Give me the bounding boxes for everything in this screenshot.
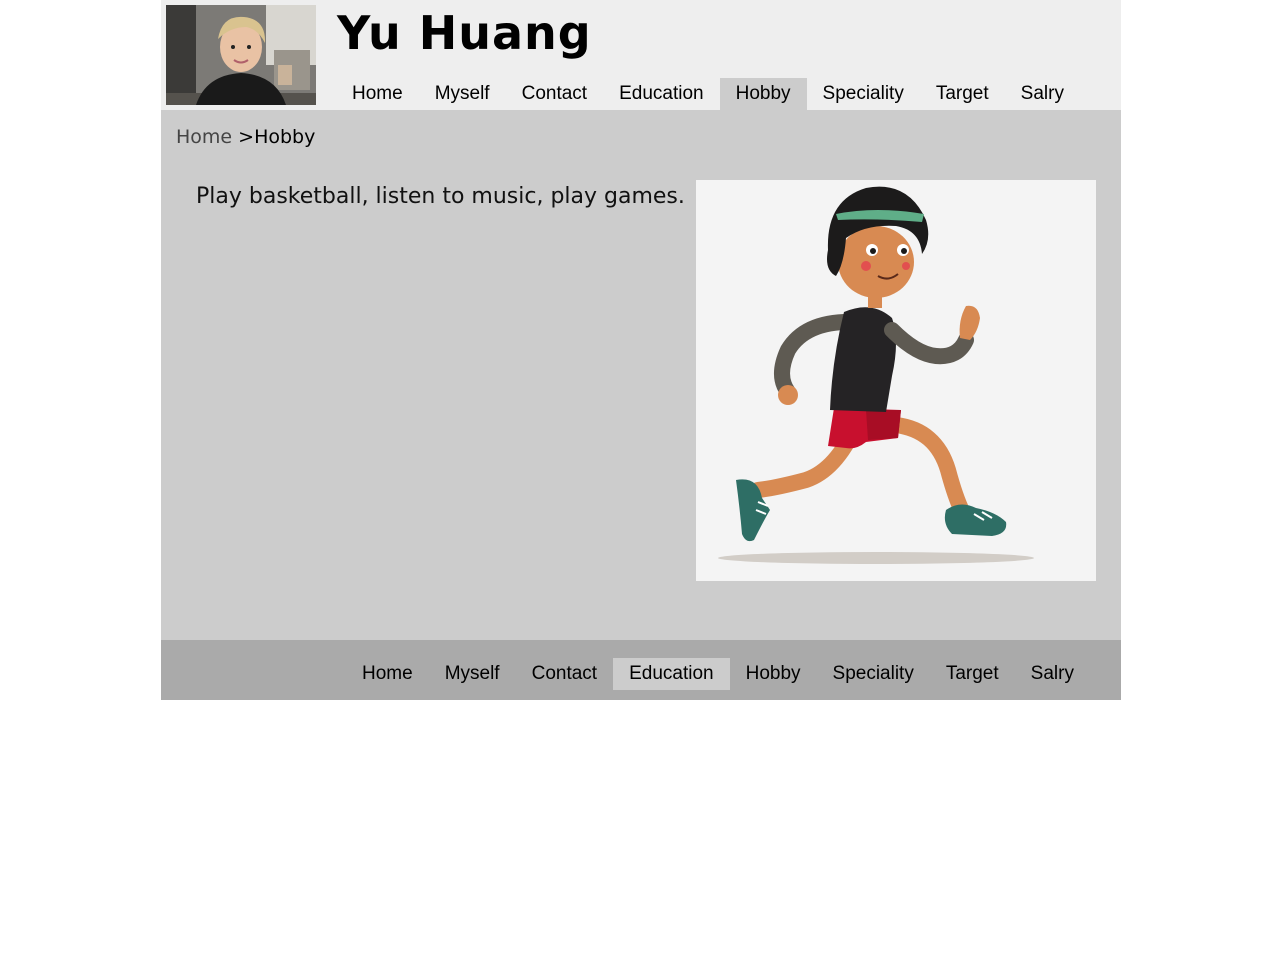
top-nav-salry[interactable]: Salry	[1005, 78, 1080, 110]
top-nav-education[interactable]: Education	[603, 78, 720, 110]
bottom-nav-myself[interactable]: Myself	[429, 658, 516, 690]
bottom-nav-speciality[interactable]: Speciality	[817, 658, 930, 690]
hobby-illustration	[696, 180, 1096, 581]
bottom-nav-target[interactable]: Target	[930, 658, 1015, 690]
site-header: Yu Huang Home Myself Contact Education H…	[161, 0, 1121, 110]
bottom-nav-home[interactable]: Home	[346, 658, 429, 690]
breadcrumb: Home >Hobby	[176, 126, 315, 148]
bottom-nav-education[interactable]: Education	[613, 658, 730, 690]
bottom-nav-salry[interactable]: Salry	[1015, 658, 1090, 690]
top-nav-contact[interactable]: Contact	[506, 78, 603, 110]
breadcrumb-home-link[interactable]: Home	[176, 126, 232, 148]
avatar	[166, 5, 316, 105]
top-nav-target[interactable]: Target	[920, 78, 1005, 110]
site-title: Yu Huang	[337, 6, 592, 60]
top-nav-speciality[interactable]: Speciality	[807, 78, 920, 110]
bottom-nav-contact[interactable]: Contact	[516, 658, 613, 690]
bottom-nav-hobby[interactable]: Hobby	[730, 658, 817, 690]
bottom-nav: Home Myself Contact Education Hobby Spec…	[346, 658, 1090, 690]
top-nav-hobby[interactable]: Hobby	[719, 78, 807, 110]
site-footer: Home Myself Contact Education Hobby Spec…	[161, 640, 1121, 700]
top-nav: Home Myself Contact Education Hobby Spec…	[336, 78, 1080, 110]
page-wrapper: Yu Huang Home Myself Contact Education H…	[161, 0, 1121, 700]
profile-photo	[166, 5, 316, 105]
hobby-description: Play basketball, listen to music, play g…	[196, 184, 685, 209]
top-nav-home[interactable]: Home	[336, 78, 419, 110]
breadcrumb-separator: >	[238, 126, 255, 148]
breadcrumb-current: Hobby	[254, 126, 316, 148]
running-person-illustration	[718, 186, 1034, 564]
top-nav-myself[interactable]: Myself	[419, 78, 506, 110]
main-content: Home >Hobby Play basketball, listen to m…	[161, 110, 1121, 640]
